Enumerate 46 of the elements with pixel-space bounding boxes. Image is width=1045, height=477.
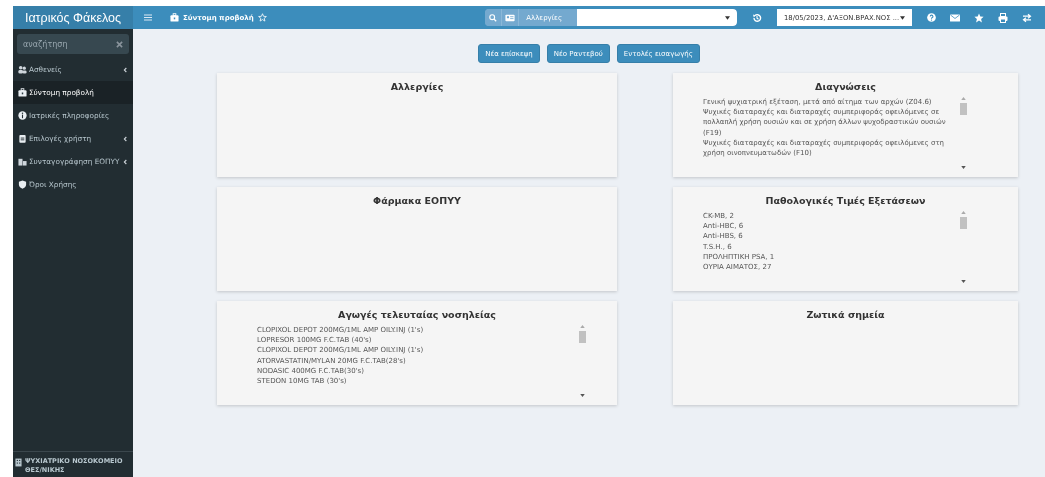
card-title: Αλλεργίες	[389, 81, 445, 92]
id-card-icon	[505, 13, 516, 22]
search-input[interactable]: αναζήτηση	[23, 39, 116, 49]
scroll-down-icon[interactable]	[579, 394, 585, 397]
scroll-up-icon[interactable]	[579, 325, 585, 328]
caret-icon	[725, 15, 730, 20]
card-title: Αγωγές τελευταίας νοσηλείας	[337, 309, 497, 320]
users-icon	[18, 65, 27, 74]
card-title: Παθολογικές Τιμές Εξετάσεων	[764, 195, 927, 206]
scroll-down-icon[interactable]	[960, 166, 966, 169]
app-title: Ιατρικός Φάκελος	[13, 6, 133, 29]
briefcase-icon	[18, 88, 27, 97]
menu-icon[interactable]	[144, 14, 152, 21]
print-icon[interactable]	[998, 12, 1008, 23]
card-title: Διαγνώσεις	[814, 81, 877, 92]
chevron-left-icon	[123, 158, 127, 165]
history-icon[interactable]	[752, 12, 762, 23]
scroll-up-icon[interactable]	[960, 211, 966, 214]
star-icon[interactable]	[974, 12, 984, 23]
card-title: Φάρμακα ΕΟΠΥΥ	[372, 195, 462, 206]
swap-icon[interactable]	[1022, 12, 1032, 23]
close-icon[interactable]	[116, 40, 123, 48]
help-icon[interactable]	[927, 13, 936, 22]
star-outline-icon[interactable]	[257, 13, 267, 22]
building-icon	[18, 157, 27, 166]
scroll-thumb[interactable]	[578, 331, 586, 343]
scrollbar[interactable]	[958, 211, 968, 283]
search-icon	[489, 13, 498, 22]
scrollbar[interactable]	[577, 325, 587, 397]
scroll-thumb[interactable]	[959, 103, 967, 115]
shield-icon	[18, 180, 27, 189]
mail-icon[interactable]	[950, 13, 960, 22]
briefcase-icon	[170, 13, 179, 22]
chevron-left-icon	[123, 135, 127, 142]
scroll-thumb[interactable]	[959, 217, 967, 229]
chevron-left-icon	[123, 66, 127, 73]
caret-icon	[900, 15, 905, 20]
search-button[interactable]	[485, 9, 503, 26]
card-title: Ζωτικά σημεία	[805, 309, 886, 320]
info-icon	[18, 111, 27, 120]
id-card-button[interactable]	[502, 9, 520, 26]
scroll-down-icon[interactable]	[960, 280, 966, 283]
search-field[interactable]: αναζήτηση	[17, 34, 129, 54]
scrollbar[interactable]	[958, 97, 968, 169]
clipboard-icon	[18, 134, 27, 143]
scroll-up-icon[interactable]	[960, 97, 966, 100]
